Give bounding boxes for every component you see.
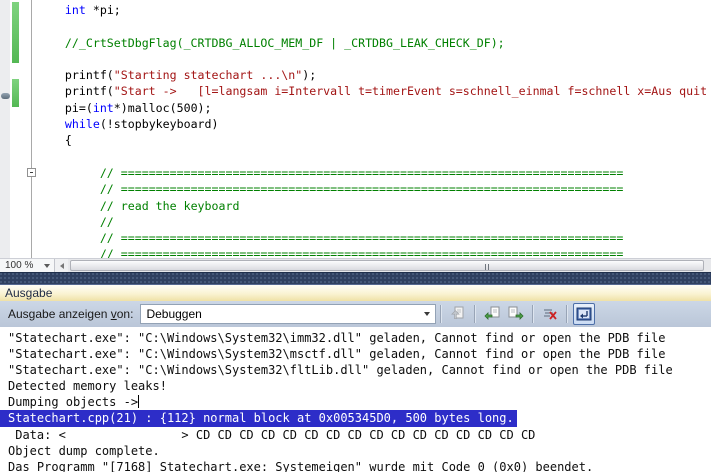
code-line[interactable]: // read the keyboard <box>37 198 711 214</box>
output-panel-header[interactable]: Ausgabe <box>0 284 711 301</box>
output-line[interactable]: Das Programm "[7168] Statechart.exe: Sys… <box>8 459 711 472</box>
chevron-down-icon <box>44 264 50 268</box>
code-line[interactable]: { <box>37 132 711 148</box>
combobox-value: Debuggen <box>141 307 419 321</box>
text-cursor <box>138 395 139 408</box>
output-toolbar: Ausgabe anzeigen von: Debuggen <box>0 301 711 327</box>
chevron-down-icon[interactable] <box>419 312 435 316</box>
code-line[interactable]: printf("Start -> [l=langsam i=Intervall … <box>37 83 711 99</box>
output-line[interactable]: Data: < > CD CD CD CD CD CD CD CD CD CD … <box>8 427 711 443</box>
output-line[interactable]: Detected memory leaks! <box>8 378 711 394</box>
scrollbar-grip-icon <box>485 264 491 270</box>
visual-studio-window: int *pi; //_CrtSetDbgFlag(_CRTDBG_ALLOC_… <box>0 0 711 472</box>
show-output-from-label: Ausgabe anzeigen von: <box>8 307 133 321</box>
clear-all-button[interactable] <box>539 303 561 325</box>
output-line-highlighted[interactable]: Statechart.cpp(21) : {112} normal block … <box>0 410 517 426</box>
scroll-left-button[interactable] <box>55 259 68 272</box>
find-message-button[interactable] <box>447 303 469 325</box>
toolbar-separator <box>532 305 534 323</box>
horizontal-scrollbar[interactable] <box>68 259 711 272</box>
toolbar-separator <box>566 305 568 323</box>
next-message-icon <box>508 306 524 322</box>
code-line[interactable]: //_CrtSetDbgFlag(_CRTDBG_ALLOC_MEM_DF | … <box>37 35 711 51</box>
code-line[interactable]: // =====================================… <box>37 246 711 258</box>
find-message-icon <box>450 306 466 322</box>
code-line[interactable] <box>37 18 711 34</box>
code-line[interactable]: // =====================================… <box>37 165 711 181</box>
editor-code[interactable]: int *pi; //_CrtSetDbgFlag(_CRTDBG_ALLOC_… <box>0 2 711 258</box>
toolbar-separator <box>440 305 442 323</box>
zoom-level-dropdown[interactable]: 100 % <box>0 259 55 272</box>
code-line[interactable]: while(!stopbykeyboard) <box>37 116 711 132</box>
output-line[interactable]: Object dump complete. <box>8 443 711 459</box>
output-text[interactable]: "Statechart.exe": "C:\Windows\System32\i… <box>0 327 711 472</box>
window-separator <box>0 272 711 284</box>
output-source-combobox[interactable]: Debuggen <box>140 304 436 324</box>
code-editor[interactable]: int *pi; //_CrtSetDbgFlag(_CRTDBG_ALLOC_… <box>0 0 711 258</box>
previous-message-button[interactable] <box>481 303 503 325</box>
code-line[interactable]: pi=(int*)malloc(500); <box>37 100 711 116</box>
code-line[interactable] <box>37 51 711 67</box>
next-message-button[interactable] <box>505 303 527 325</box>
output-line[interactable]: "Statechart.exe": "C:\Windows\System32\i… <box>8 330 711 346</box>
code-line[interactable]: // =====================================… <box>37 181 711 197</box>
output-line[interactable]: "Statechart.exe": "C:\Windows\System32\m… <box>8 346 711 362</box>
code-line[interactable]: // =====================================… <box>37 230 711 246</box>
clear-all-icon <box>542 306 558 322</box>
zoom-level-value: 100 % <box>5 260 44 271</box>
code-line[interactable]: printf("Starting statechart ...\n"); <box>37 67 711 83</box>
output-line[interactable]: "Statechart.exe": "C:\Windows\System32\f… <box>8 362 711 378</box>
output-panel-title: Ausgabe <box>5 286 52 300</box>
editor-bottom-bar: 100 % <box>0 258 711 272</box>
code-line[interactable]: // <box>37 214 711 230</box>
word-wrap-icon <box>576 306 592 322</box>
scrollbar-thumb[interactable] <box>70 260 704 271</box>
output-line[interactable]: Dumping objects -> <box>8 394 711 410</box>
previous-message-icon <box>484 306 500 322</box>
toolbar-separator <box>474 305 476 323</box>
word-wrap-button[interactable] <box>573 303 595 325</box>
code-line[interactable]: int *pi; <box>37 2 711 18</box>
code-line[interactable] <box>37 149 711 165</box>
arrow-left-icon <box>60 263 64 269</box>
